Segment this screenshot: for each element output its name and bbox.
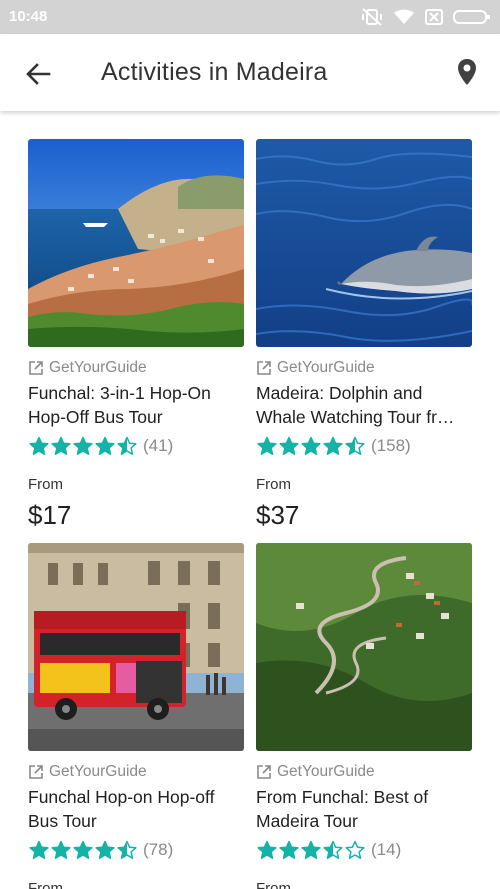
provider-label: GetYourGuide bbox=[28, 359, 244, 377]
star-half-icon bbox=[117, 436, 137, 455]
provider-label: GetYourGuide bbox=[28, 763, 244, 781]
activity-image-coastal-city bbox=[28, 139, 244, 347]
star-full-icon bbox=[51, 436, 71, 455]
activity-card-hop-on-hop-off[interactable]: GetYourGuide Funchal Hop-on Hop-off Bus … bbox=[28, 543, 244, 889]
external-link-icon bbox=[29, 765, 43, 779]
star-full-icon bbox=[73, 840, 93, 859]
star-full-icon bbox=[257, 840, 277, 859]
provider-name: GetYourGuide bbox=[49, 763, 147, 780]
provider-label: GetYourGuide bbox=[256, 359, 472, 377]
star-half-icon bbox=[345, 436, 365, 455]
provider-name: GetYourGuide bbox=[277, 763, 375, 780]
rating: (14) bbox=[256, 839, 472, 861]
star-rating bbox=[256, 436, 366, 456]
location-pin-icon bbox=[458, 59, 476, 85]
activity-card-best-of-madeira[interactable]: GetYourGuide From Funchal: Best of Madei… bbox=[256, 543, 472, 889]
activity-title: Madeira: Dolphin and Whale Watching Tour… bbox=[256, 383, 455, 427]
star-rating bbox=[28, 840, 138, 860]
star-full-icon bbox=[301, 840, 321, 859]
star-rating bbox=[28, 436, 138, 456]
star-full-icon bbox=[51, 840, 71, 859]
price: $37 bbox=[256, 500, 300, 530]
star-full-icon bbox=[29, 436, 49, 455]
star-full-icon bbox=[323, 436, 343, 455]
review-count: (158) bbox=[371, 436, 411, 455]
external-link-icon bbox=[29, 361, 43, 375]
rating: (158) bbox=[256, 435, 472, 457]
vibrate-off-icon bbox=[362, 8, 382, 26]
star-half-icon bbox=[323, 840, 343, 859]
star-rating bbox=[256, 840, 366, 860]
activity-image-red-bus bbox=[28, 543, 244, 751]
from-label: From bbox=[28, 880, 63, 889]
star-full-icon bbox=[301, 436, 321, 455]
star-empty-icon bbox=[345, 840, 365, 859]
star-full-icon bbox=[29, 840, 49, 859]
rating: (78) bbox=[28, 839, 244, 861]
external-link-icon bbox=[257, 765, 271, 779]
review-count: (41) bbox=[143, 436, 174, 455]
wifi-icon bbox=[394, 9, 414, 24]
star-full-icon bbox=[95, 840, 115, 859]
arrow-back-icon bbox=[26, 63, 51, 85]
provider-name: GetYourGuide bbox=[49, 359, 147, 376]
star-half-icon bbox=[117, 840, 137, 859]
sim-off-icon bbox=[425, 9, 443, 25]
app-bar: Activities in Madeira bbox=[0, 34, 500, 111]
map-button[interactable] bbox=[450, 54, 484, 90]
page-title: Activities in Madeira bbox=[101, 58, 328, 86]
review-count: (78) bbox=[143, 840, 174, 859]
from-label: From bbox=[28, 476, 63, 493]
activity-image-dolphin bbox=[256, 139, 472, 347]
back-button[interactable] bbox=[20, 56, 56, 92]
activity-title: Funchal Hop-on Hop-off Bus Tour bbox=[28, 787, 215, 831]
star-full-icon bbox=[95, 436, 115, 455]
provider-name: GetYourGuide bbox=[277, 359, 375, 376]
price: $17 bbox=[28, 500, 72, 530]
review-count: (14) bbox=[371, 840, 402, 859]
star-full-icon bbox=[73, 436, 93, 455]
status-bar: 10:48 bbox=[0, 0, 500, 34]
activity-image-mountain-road bbox=[256, 543, 472, 751]
from-label: From bbox=[256, 880, 291, 889]
provider-label: GetYourGuide bbox=[256, 763, 472, 781]
activity-card-hop-on-bus[interactable]: GetYourGuide Funchal: 3-in-1 Hop-On Hop-… bbox=[28, 139, 244, 531]
activity-card-dolphin-tour[interactable]: GetYourGuide Madeira: Dolphin and Whale … bbox=[256, 139, 472, 531]
battery-icon bbox=[453, 10, 490, 24]
star-full-icon bbox=[279, 840, 299, 859]
rating: (41) bbox=[28, 435, 244, 457]
status-time: 10:48 bbox=[9, 8, 48, 25]
star-full-icon bbox=[257, 436, 277, 455]
activity-title: Funchal: 3-in-1 Hop-On Hop-Off Bus Tour bbox=[28, 383, 211, 427]
activities-grid: GetYourGuide Funchal: 3-in-1 Hop-On Hop-… bbox=[0, 111, 500, 889]
star-full-icon bbox=[279, 436, 299, 455]
status-icons bbox=[361, 7, 491, 27]
external-link-icon bbox=[257, 361, 271, 375]
from-label: From bbox=[256, 476, 291, 493]
activity-title: From Funchal: Best of Madeira Tour bbox=[256, 787, 429, 831]
